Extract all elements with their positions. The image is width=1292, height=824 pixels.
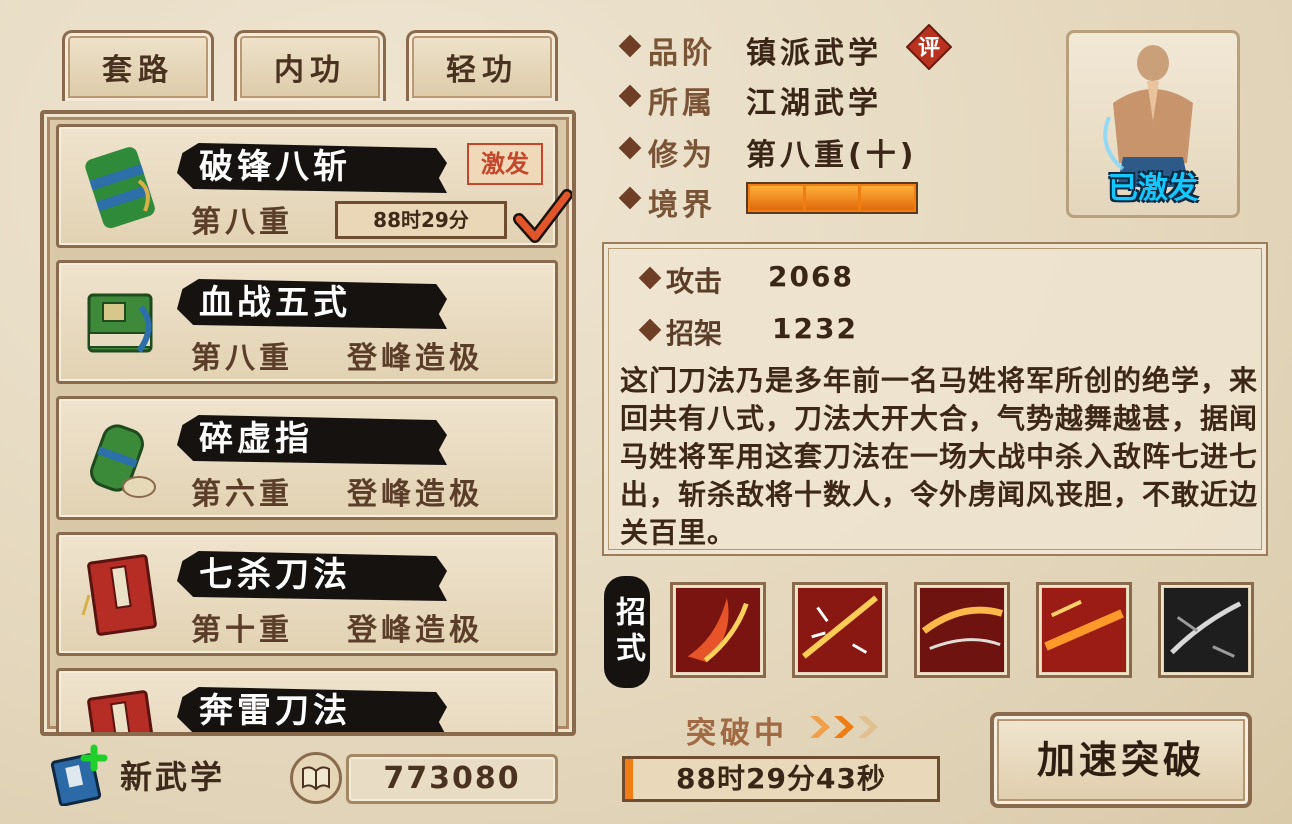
red-book-icon bbox=[87, 690, 157, 732]
move-slot-1[interactable] bbox=[670, 582, 766, 678]
shatter-slash-icon bbox=[798, 588, 882, 672]
move-slot-5-locked[interactable] bbox=[1158, 582, 1254, 678]
martial-art-level: 第八重 bbox=[191, 341, 293, 376]
book-currency-icon bbox=[290, 752, 342, 804]
attack-label: 攻击 bbox=[666, 265, 723, 298]
cultivation-value: 第八重(十) bbox=[746, 138, 918, 173]
game-screen: 套路 内功 轻功 破锋八斩 激发 第八重 88时29分 血战五式 第八重 登峰造… bbox=[0, 0, 1292, 824]
move-slot-2[interactable] bbox=[792, 582, 888, 678]
martial-art-name: 破锋八斩 bbox=[199, 147, 351, 187]
scroll-roll-icon bbox=[90, 424, 156, 498]
tab-label: 内功 bbox=[274, 53, 346, 88]
description-panel: 攻击 2068 招架 1232 这门刀法乃是多年前一名马姓将军所创的绝学，来回共… bbox=[602, 242, 1268, 556]
moves-label: 招式 bbox=[604, 576, 650, 688]
speed-up-breakthrough-button[interactable]: 加速突破 bbox=[990, 712, 1252, 808]
martial-arts-list[interactable]: 破锋八斩 激发 第八重 88时29分 血战五式 第八重 登峰造极 碎虚指 第六重… bbox=[40, 110, 576, 736]
attack-value: 2068 bbox=[768, 260, 854, 293]
sweep-slash-icon bbox=[920, 588, 1004, 672]
breakthrough-timer: 88时29分43秒 bbox=[622, 756, 940, 802]
realm-label: 境界 bbox=[648, 188, 716, 223]
move-slot-3[interactable] bbox=[914, 582, 1010, 678]
character-portrait[interactable]: 已激发 bbox=[1066, 30, 1240, 218]
bullet-diamond-icon bbox=[638, 266, 662, 290]
realm-segment bbox=[750, 186, 803, 210]
list-item-benlei[interactable]: 奔雷刀法 bbox=[56, 668, 558, 732]
belong-value: 江湖武学 bbox=[746, 86, 882, 121]
martial-art-status: 登峰造极 bbox=[347, 613, 483, 648]
martial-art-level: 第六重 bbox=[191, 477, 293, 512]
parry-value: 1232 bbox=[772, 312, 858, 345]
realm-segment bbox=[805, 186, 859, 210]
grade-badge-icon[interactable]: 评 bbox=[906, 24, 952, 70]
chevron-right-icon bbox=[858, 716, 878, 738]
bullet-diamond-icon bbox=[618, 84, 642, 108]
scroll-bundle-icon bbox=[85, 147, 155, 229]
breakthrough-time-left: 88时29分43秒 bbox=[676, 762, 886, 795]
breakthrough-label: 突破中 bbox=[686, 716, 788, 751]
belong-label: 所属 bbox=[648, 86, 716, 121]
currency-value: 773080 bbox=[346, 754, 558, 804]
tab-qinggong[interactable]: 轻功 bbox=[406, 30, 558, 101]
locked-slash-icon bbox=[1164, 588, 1248, 672]
cultivation-label: 修为 bbox=[648, 138, 716, 173]
list-item-suixu[interactable]: 碎虚指 第六重 登峰造极 bbox=[56, 396, 558, 520]
parry-label: 招架 bbox=[666, 317, 723, 350]
double-slash-icon bbox=[1042, 588, 1126, 672]
new-martial-art-icon[interactable] bbox=[50, 744, 112, 806]
martial-art-name: 碎虚指 bbox=[199, 419, 313, 459]
move-slot-4[interactable] bbox=[1036, 582, 1132, 678]
realm-segment bbox=[861, 186, 915, 210]
green-book-icon bbox=[87, 293, 153, 353]
timer-progress-fill bbox=[625, 759, 633, 799]
cultivation-timer: 88时29分 bbox=[335, 201, 507, 239]
activated-badge: 激发 bbox=[467, 143, 543, 185]
list-item-xuezhan[interactable]: 血战五式 第八重 登峰造极 bbox=[56, 260, 558, 384]
new-martial-art-label[interactable]: 新武学 bbox=[120, 752, 225, 798]
tab-label: 轻功 bbox=[446, 53, 518, 88]
bullet-diamond-icon bbox=[618, 34, 642, 58]
martial-art-name: 血战五式 bbox=[199, 283, 351, 323]
flame-slash-icon bbox=[676, 588, 760, 672]
list-item-pofeng[interactable]: 破锋八斩 激发 第八重 88时29分 bbox=[56, 124, 572, 248]
realm-progress-bar bbox=[746, 182, 918, 214]
bullet-diamond-icon bbox=[638, 318, 662, 342]
grade-value: 镇派武学 bbox=[746, 36, 882, 71]
bullet-diamond-icon bbox=[618, 186, 642, 210]
martial-art-level: 第八重 bbox=[191, 205, 293, 240]
chevron-right-icon bbox=[834, 716, 854, 738]
martial-art-level: 第十重 bbox=[191, 613, 293, 648]
grade-label: 品阶 bbox=[648, 36, 716, 71]
chevron-right-icon bbox=[810, 716, 830, 738]
red-book-icon bbox=[81, 554, 157, 636]
martial-art-name: 奔雷刀法 bbox=[199, 691, 351, 731]
tab-taolu[interactable]: 套路 bbox=[62, 30, 214, 101]
martial-art-status: 登峰造极 bbox=[347, 341, 483, 376]
description-text: 这门刀法乃是多年前一名马姓将军所创的绝学，来回共有八式，刀法大开大合，气势越舞越… bbox=[620, 364, 1259, 549]
martial-art-status: 登峰造极 bbox=[347, 477, 483, 512]
grade-badge-text: 评 bbox=[918, 36, 940, 61]
martial-art-name: 七杀刀法 bbox=[199, 555, 351, 595]
checkmark-icon bbox=[513, 189, 572, 243]
activated-status: 已激发 bbox=[1108, 171, 1198, 206]
tab-neigong[interactable]: 内功 bbox=[234, 30, 386, 101]
tab-label: 套路 bbox=[102, 53, 174, 88]
list-item-qisha[interactable]: 七杀刀法 第十重 登峰造极 bbox=[56, 532, 558, 656]
bullet-diamond-icon bbox=[618, 136, 642, 160]
